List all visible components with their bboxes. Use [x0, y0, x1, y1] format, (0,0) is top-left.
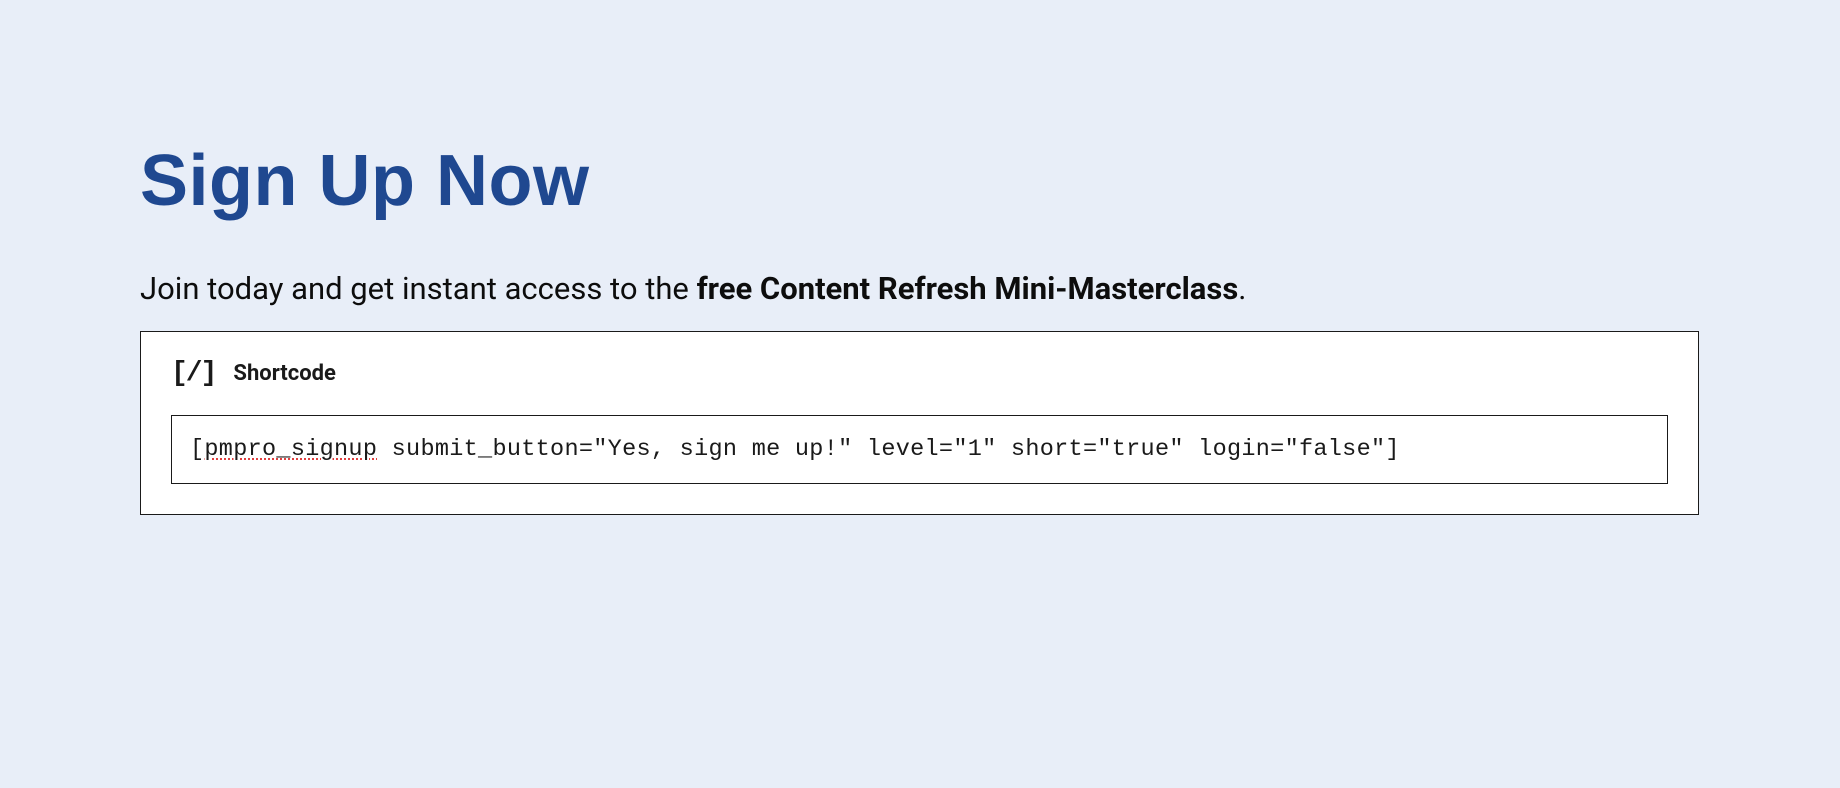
- page-subtitle: Join today and get instant access to the…: [140, 270, 1700, 307]
- subtitle-suffix: .: [1238, 270, 1246, 307]
- shortcode-spellcheck-word: pmpro_signup: [204, 436, 377, 463]
- shortcode-rest: submit_button="Yes, sign me up!" level="…: [377, 436, 1400, 463]
- shortcode-input[interactable]: [pmpro_signup submit_button="Yes, sign m…: [171, 415, 1668, 484]
- shortcode-icon: [/]: [171, 358, 215, 389]
- subtitle-prefix: Join today and get instant access to the: [140, 270, 697, 307]
- shortcode-block-label: Shortcode: [233, 361, 335, 386]
- shortcode-block[interactable]: [/] Shortcode [pmpro_signup submit_butto…: [140, 331, 1699, 515]
- page-title: Sign Up Now: [140, 140, 1700, 222]
- shortcode-block-header: [/] Shortcode: [171, 358, 1668, 389]
- subtitle-bold: free Content Refresh Mini-Masterclass: [697, 270, 1239, 307]
- shortcode-open-bracket: [: [190, 436, 204, 463]
